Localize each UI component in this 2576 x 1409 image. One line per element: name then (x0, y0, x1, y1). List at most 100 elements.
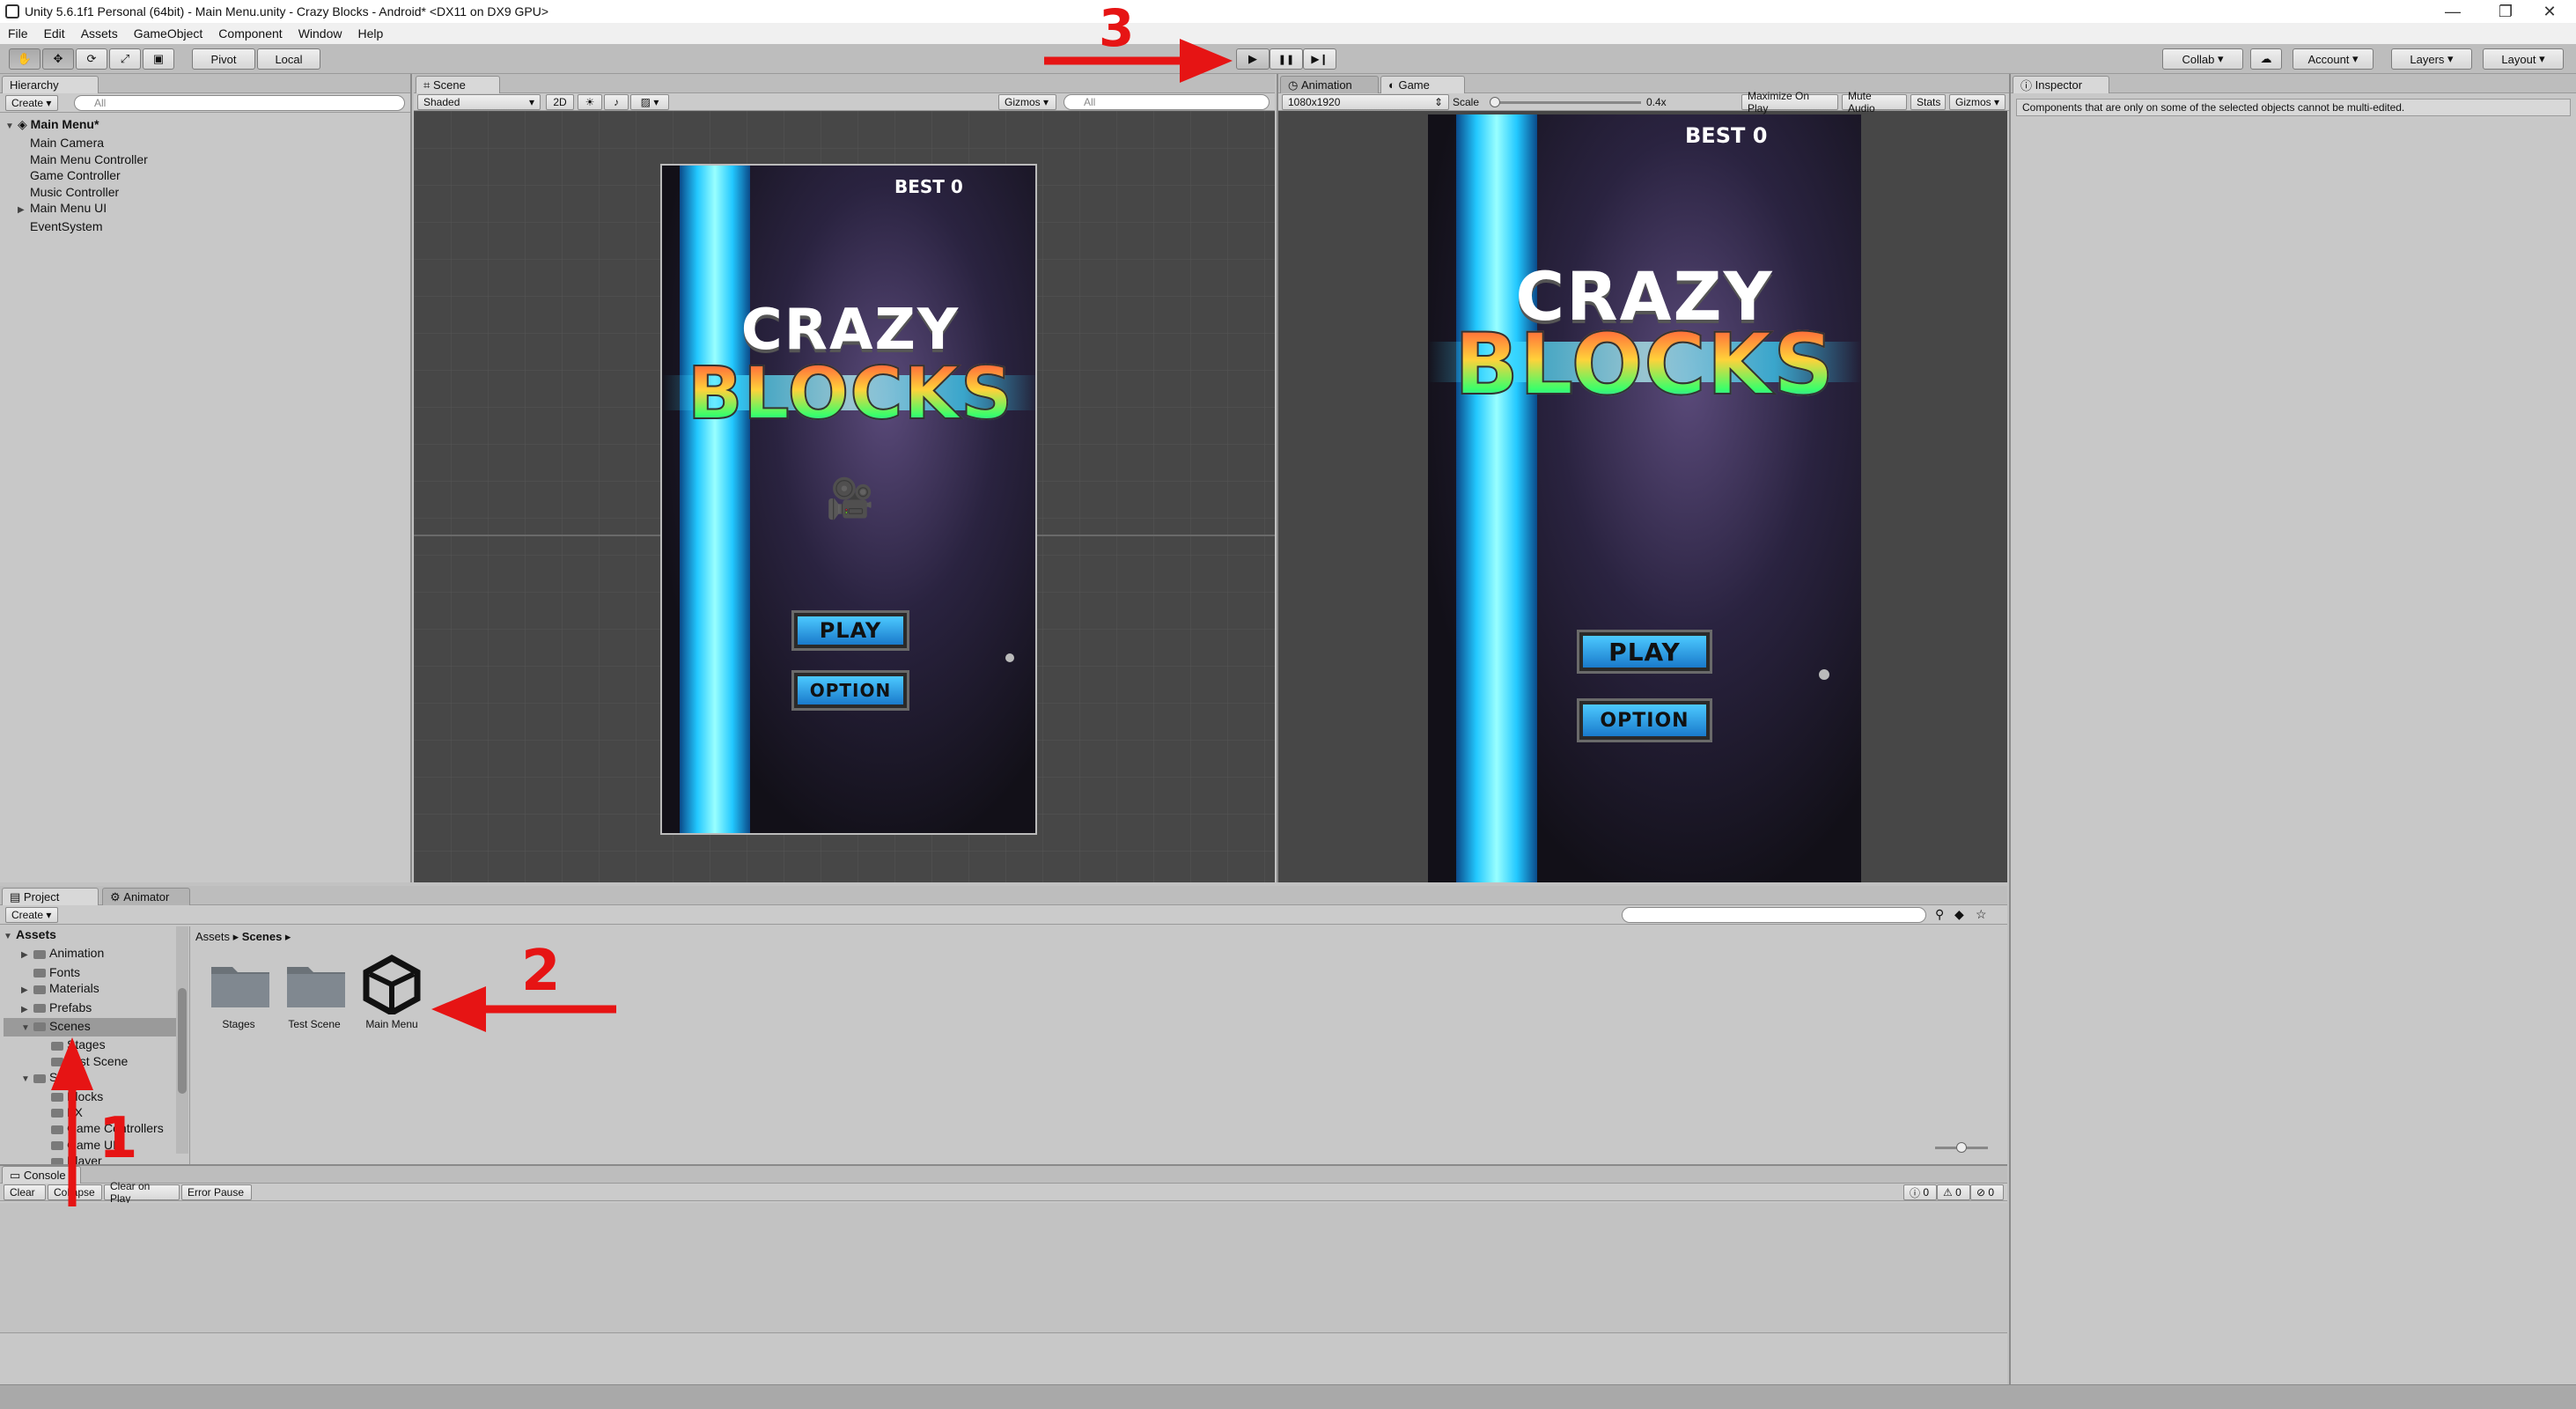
menu-help[interactable]: Help (350, 26, 391, 41)
tab-console[interactable]: ▭ Console (2, 1166, 81, 1184)
expand-icon[interactable]: ▼ (21, 1021, 33, 1036)
lighting-toggle[interactable]: ☀ (578, 94, 602, 110)
scale-slider[interactable] (1490, 97, 1641, 107)
tab-game[interactable]: ◐ Game (1380, 76, 1465, 93)
scene-gizmos-dropdown[interactable]: Gizmos ▾ (998, 94, 1056, 110)
scale-slider-thumb[interactable] (1490, 97, 1500, 107)
unity-scene-icon[interactable] (361, 955, 423, 1014)
game-play-button[interactable]: PLAY (1579, 632, 1710, 671)
project-search-input[interactable] (1622, 907, 1926, 923)
project-tree-item[interactable]: Stages (4, 1036, 180, 1052)
tab-scene[interactable]: ⌗ Scene (416, 76, 500, 93)
filter-label-icon[interactable]: ◆ (1954, 907, 1964, 922)
stats-toggle[interactable]: Stats (1910, 94, 1946, 110)
minimize-icon[interactable]: — (2426, 0, 2479, 23)
console-clear-on-play-button[interactable]: Clear on Play (104, 1180, 180, 1205)
cloud-button[interactable]: ☁ (2250, 48, 2282, 70)
breadcrumb-assets[interactable]: Assets (195, 930, 230, 943)
menu-gameobject[interactable]: GameObject (126, 26, 211, 41)
project-tree-item[interactable]: Player (4, 1153, 180, 1164)
effects-dropdown[interactable]: ▨ ▾ (630, 94, 669, 110)
pivot-toggle[interactable]: Pivot (192, 48, 255, 70)
collapsed-arrow-icon[interactable]: ▶ (21, 1002, 33, 1018)
project-tree-scrollbar[interactable] (176, 926, 188, 1154)
icon-size-slider[interactable] (1935, 1142, 1988, 1153)
hierarchy-search-input[interactable]: All (74, 95, 405, 111)
menu-file[interactable]: File (0, 26, 36, 41)
tab-animation[interactable]: ◷ Animation (1280, 76, 1379, 93)
game-option-button[interactable]: OPTION (1579, 701, 1710, 740)
console-log-area[interactable] (0, 1203, 2007, 1333)
layers-dropdown[interactable]: Layers ▾ (2391, 48, 2472, 70)
test-scene-folder-icon[interactable] (285, 960, 347, 1009)
icon-size-slider-thumb[interactable] (1956, 1142, 1967, 1153)
scene-canvas-preview[interactable]: BEST 0 CRAZY BLOCKS 🎥 PLAY OPTION (660, 164, 1037, 835)
rect-tool-button[interactable]: ▣ (143, 48, 174, 70)
close-icon[interactable]: ✕ (2523, 0, 2576, 23)
expand-icon[interactable]: ▼ (21, 1072, 33, 1088)
console-collapse-button[interactable]: Collapse (48, 1184, 102, 1200)
project-tree-item[interactable]: ▶ Materials (4, 980, 180, 999)
hand-tool-button[interactable]: ✋ (9, 48, 40, 70)
project-tree-item[interactable]: Game Controllers (4, 1120, 180, 1136)
hierarchy-create-button[interactable]: Create ▾ (5, 95, 58, 111)
project-create-button[interactable]: Create ▾ (5, 907, 58, 923)
pause-button[interactable]: ❚❚ (1270, 48, 1303, 70)
hierarchy-item[interactable]: EventSystem (5, 218, 401, 234)
project-tree-item[interactable]: Game UI (4, 1137, 180, 1153)
project-tree-item[interactable]: Test Scene (4, 1053, 180, 1069)
project-tree-item[interactable]: ▼ Scripts (4, 1069, 180, 1088)
tab-animator[interactable]: ⚙ Animator (102, 888, 190, 905)
mute-audio-toggle[interactable]: Mute Audio (1842, 90, 1907, 114)
play-button[interactable]: ▶ (1236, 48, 1270, 70)
tab-hierarchy[interactable]: Hierarchy (2, 76, 99, 93)
move-tool-button[interactable]: ✥ (42, 48, 74, 70)
filter-type-icon[interactable]: ⚲ (1935, 907, 1944, 922)
hierarchy-item[interactable]: Music Controller (5, 184, 401, 200)
project-tree-item[interactable]: ▼ Scenes (4, 1018, 180, 1037)
game-gizmos-dropdown[interactable]: Gizmos ▾ (1949, 94, 2006, 110)
console-clear-button[interactable]: Clear (4, 1184, 46, 1200)
project-tree-scroll-thumb[interactable] (178, 988, 187, 1094)
project-tree-item[interactable]: Blocks (4, 1088, 180, 1104)
project-tree-item[interactable]: ▶ Prefabs (4, 1000, 180, 1018)
collapsed-arrow-icon[interactable]: ▶ (21, 948, 33, 963)
project-tree-item[interactable]: ▼ Assets (4, 926, 180, 945)
maximize-on-play-toggle[interactable]: Maximize On Play (1741, 90, 1838, 114)
menu-component[interactable]: Component (210, 26, 290, 41)
console-error-pause-button[interactable]: Error Pause (181, 1184, 252, 1200)
expand-icon[interactable]: ▼ (4, 929, 16, 945)
hierarchy-item[interactable]: Main Camera (5, 135, 401, 151)
shading-mode-dropdown[interactable]: Shaded ▾ (417, 94, 541, 110)
hierarchy-scene-row[interactable]: ▼ ◈ Main Menu* (5, 116, 401, 135)
menu-edit[interactable]: Edit (36, 26, 73, 41)
console-warning-count[interactable]: ⚠ 0 (1937, 1184, 1970, 1200)
hierarchy-item[interactable]: ▶ Main Menu UI (5, 200, 401, 218)
layout-dropdown[interactable]: Layout ▾ (2483, 48, 2564, 70)
project-tree-item[interactable]: ▶ Animation (4, 945, 180, 963)
scale-tool-button[interactable]: ⤢ (109, 48, 141, 70)
game-screen[interactable]: BEST 0 CRAZY BLOCKS PLAY OPTION (1428, 114, 1861, 882)
stages-folder-icon[interactable] (210, 960, 271, 1009)
collab-dropdown[interactable]: Collab ▾ (2162, 48, 2243, 70)
rotate-tool-button[interactable]: ⟳ (76, 48, 107, 70)
console-info-count[interactable]: ⓘ 0 (1903, 1184, 1937, 1200)
hierarchy-item[interactable]: Main Menu Controller (5, 151, 401, 167)
mode-2d-toggle[interactable]: 2D (546, 94, 574, 110)
favorite-star-icon[interactable]: ☆ (1976, 907, 1987, 922)
resolution-dropdown[interactable]: 1080x1920 ⇕ (1282, 94, 1449, 110)
console-error-count[interactable]: ⊘ 0 (1970, 1184, 2004, 1200)
hierarchy-item[interactable]: Game Controller (5, 167, 401, 183)
audio-toggle[interactable]: ♪ (604, 94, 629, 110)
project-tree-item[interactable]: Fonts (4, 964, 180, 980)
breadcrumb-scenes[interactable]: Scenes (242, 930, 283, 943)
menu-window[interactable]: Window (291, 26, 350, 41)
tab-project[interactable]: ▤ Project (2, 888, 99, 905)
local-toggle[interactable]: Local (257, 48, 320, 70)
project-tree-item[interactable]: FX (4, 1104, 180, 1120)
tab-inspector[interactable]: ⓘ Inspector (2013, 76, 2109, 93)
account-dropdown[interactable]: Account ▾ (2293, 48, 2374, 70)
scene-search-input[interactable]: All (1064, 94, 1270, 110)
collapsed-arrow-icon[interactable]: ▶ (21, 983, 33, 999)
menu-assets[interactable]: Assets (73, 26, 126, 41)
